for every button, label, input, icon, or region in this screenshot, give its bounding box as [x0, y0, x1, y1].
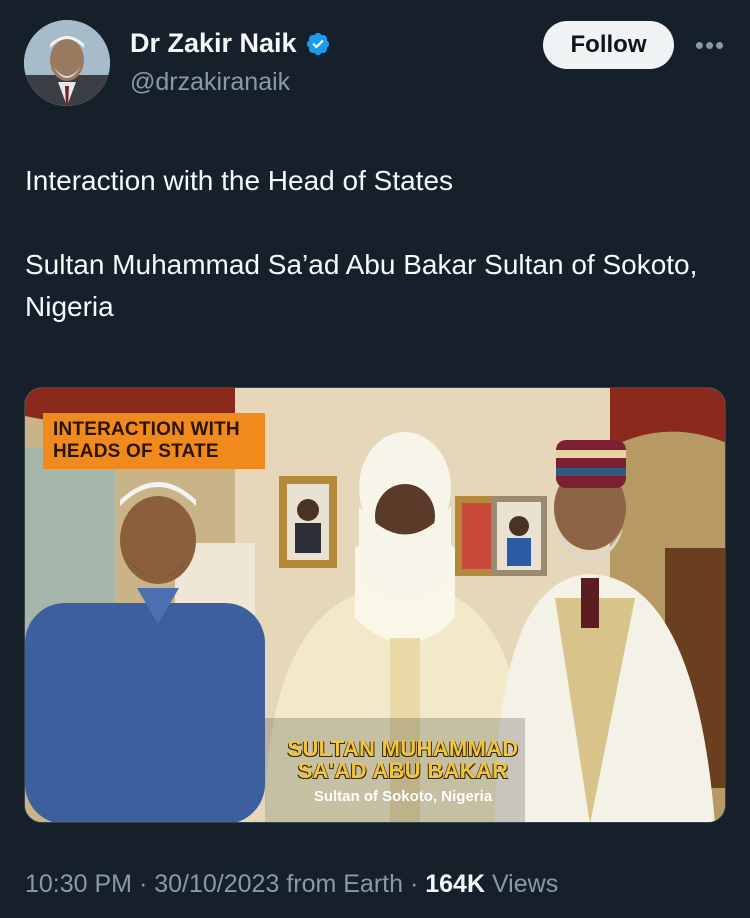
- tweet-date[interactable]: 30/10/2023: [154, 870, 279, 898]
- display-name-text: Dr Zakir Naik: [130, 28, 297, 58]
- banner-line-2: HEADS OF STATE: [53, 441, 219, 462]
- verified-badge-icon: [306, 32, 329, 55]
- caption-line-2: SA'AD ABU BAKAR: [297, 758, 509, 783]
- handle[interactable]: @drzakiranaik: [130, 68, 290, 97]
- tweet-time[interactable]: 10:30 PM: [25, 870, 132, 898]
- meta-separator: ·: [132, 870, 155, 898]
- meta-separator: ·: [403, 870, 426, 898]
- tweet-text-line-1: Interaction with the Head of States: [25, 165, 454, 196]
- profile-photo: [24, 20, 110, 106]
- display-name[interactable]: Dr Zakir Naik: [130, 28, 331, 59]
- media-caption: SULTAN MUHAMMAD SA'AD ABU BAKAR Sultan o…: [287, 736, 519, 806]
- caption-line-1: SULTAN MUHAMMAD: [287, 736, 519, 761]
- tweet: Dr Zakir Naik @drzakiranaik Follow ••• I…: [0, 0, 750, 918]
- media-banner: INTERACTION WITH HEADS OF STATE: [43, 413, 265, 469]
- tweet-meta: 10:30 PM · 30/10/2023 from Earth · 164K …: [25, 870, 558, 899]
- caption-subtitle: Sultan of Sokoto, Nigeria: [313, 788, 493, 805]
- banner-line-1: INTERACTION WITH: [53, 419, 240, 440]
- tweet-media-photo[interactable]: INTERACTION WITH HEADS OF STATE SULTAN M…: [24, 387, 726, 823]
- tweet-text-line-2: Sultan Muhammad Sa’ad Abu Bakar Sultan o…: [25, 249, 698, 322]
- tweet-text: Interaction with the Head of States Sult…: [25, 160, 725, 328]
- tweet-location: from Earth: [286, 870, 404, 898]
- avatar[interactable]: [24, 20, 110, 106]
- follow-button[interactable]: Follow: [543, 21, 674, 69]
- views-label[interactable]: Views: [492, 870, 558, 898]
- more-options-icon[interactable]: •••: [690, 30, 730, 60]
- views-count[interactable]: 164K: [425, 870, 485, 898]
